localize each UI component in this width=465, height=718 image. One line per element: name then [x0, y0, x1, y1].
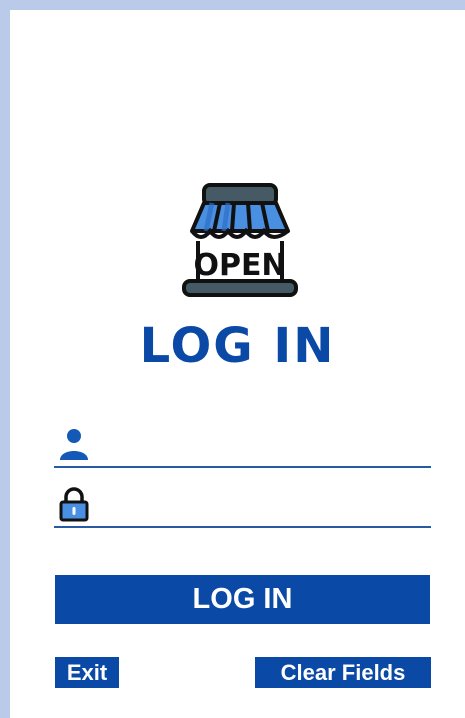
user-icon [56, 426, 92, 462]
username-input[interactable] [98, 428, 432, 462]
clear-fields-button[interactable]: Clear Fields [255, 657, 431, 688]
open-shop-icon: OPEN [172, 179, 308, 303]
password-input[interactable] [98, 488, 432, 522]
exit-button[interactable]: Exit [55, 657, 119, 688]
page-title: LOG IN [139, 318, 336, 374]
username-field-row [54, 422, 432, 468]
open-sign-text: OPEN [193, 248, 286, 283]
login-window: OPEN LOG IN LOG IN Exit Clear Fields [10, 10, 465, 718]
login-button[interactable]: LOG IN [55, 575, 430, 624]
lock-icon [56, 486, 92, 522]
password-field-row [54, 482, 432, 528]
